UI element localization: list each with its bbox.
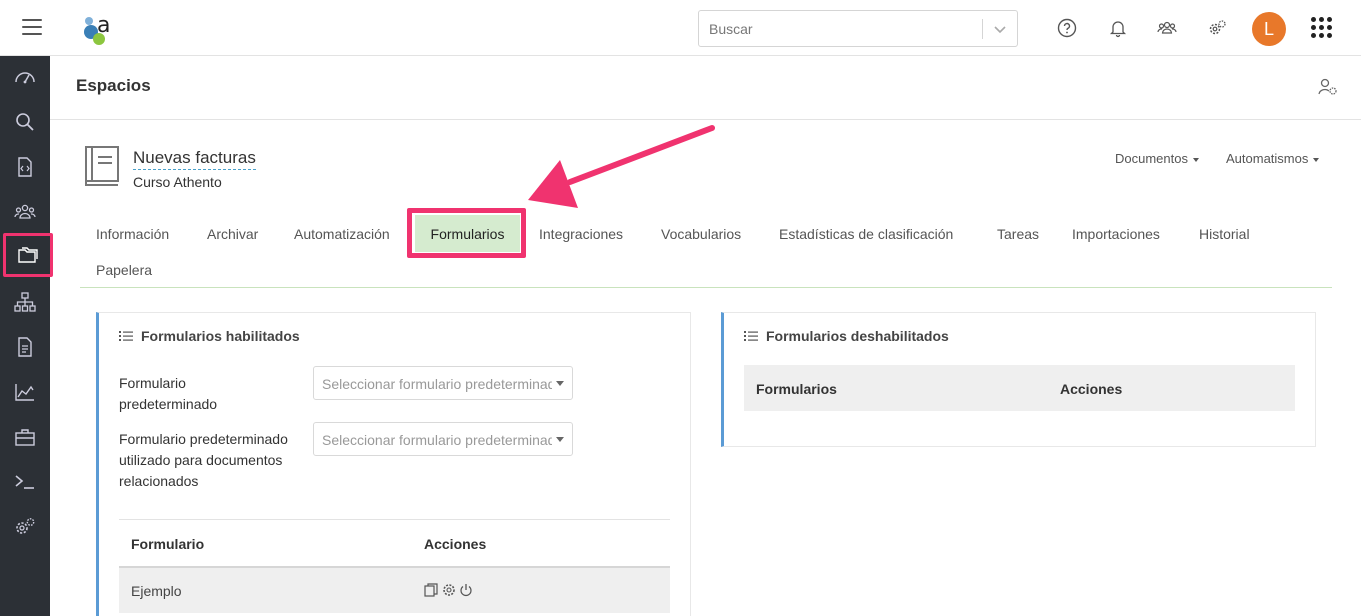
tab-formularios[interactable]: Formularios bbox=[415, 215, 520, 252]
power-icon[interactable] bbox=[459, 583, 473, 597]
toolbox-icon bbox=[15, 429, 35, 446]
search-box[interactable] bbox=[698, 10, 1018, 47]
sidebar-item-documents[interactable] bbox=[0, 325, 50, 369]
sidebar-item-console[interactable] bbox=[0, 460, 50, 504]
tab-papelera[interactable]: Papelera bbox=[96, 262, 152, 278]
dashboard-icon bbox=[15, 72, 35, 84]
group-icon bbox=[14, 204, 36, 219]
apps-grid-icon[interactable] bbox=[1311, 17, 1333, 39]
disabled-table-header: Formularios Acciones bbox=[744, 365, 1295, 411]
user-settings-icon[interactable] bbox=[1317, 76, 1339, 98]
enabled-forms-title: Formularios habilitados bbox=[119, 328, 300, 344]
gear-icon[interactable] bbox=[442, 583, 456, 597]
tab-historial[interactable]: Historial bbox=[1199, 226, 1250, 242]
users-icon[interactable] bbox=[1157, 18, 1177, 38]
default-form-label: Formulario predeterminado bbox=[119, 375, 218, 412]
settings-gears-icon[interactable] bbox=[1207, 18, 1227, 38]
search-icon bbox=[16, 113, 34, 131]
form-name-cell: Ejemplo bbox=[131, 583, 182, 599]
space-subtitle: Curso Athento bbox=[133, 174, 222, 190]
help-icon[interactable] bbox=[1057, 18, 1077, 38]
tab-importaciones[interactable]: Importaciones bbox=[1072, 226, 1160, 242]
sidebar-item-hierarchy[interactable] bbox=[0, 280, 50, 324]
space-name[interactable]: Nuevas facturas bbox=[133, 148, 256, 170]
page-title: Espacios bbox=[76, 76, 151, 95]
col-header-forms: Formularios bbox=[756, 381, 837, 397]
annotation-arrow bbox=[528, 125, 715, 208]
tab-automatizacion[interactable]: Automatización bbox=[294, 226, 390, 242]
code-file-icon bbox=[18, 157, 32, 177]
search-input[interactable] bbox=[699, 11, 982, 46]
tab-estadisticas[interactable]: Estadísticas de clasificación bbox=[779, 226, 953, 242]
top-bar: a L bbox=[0, 0, 1361, 56]
table-row bbox=[119, 566, 670, 613]
bell-icon[interactable] bbox=[1108, 18, 1128, 38]
document-icon bbox=[18, 337, 32, 357]
folders-icon bbox=[18, 247, 38, 263]
table-divider bbox=[119, 519, 670, 520]
disabled-forms-title: Formularios deshabilitados bbox=[744, 328, 949, 344]
sidebar bbox=[0, 56, 53, 616]
search-divider bbox=[982, 19, 983, 39]
sidebar-item-groups[interactable] bbox=[0, 190, 50, 234]
list-icon bbox=[119, 331, 133, 341]
related-docs-form-label: Formulario predeterminado utilizado para… bbox=[119, 431, 288, 489]
sidebar-item-dashboard[interactable] bbox=[0, 56, 50, 100]
list-icon bbox=[744, 331, 758, 341]
book-icon bbox=[85, 146, 119, 186]
sidebar-item-settings[interactable] bbox=[0, 505, 50, 549]
col-header-actions: Acciones bbox=[1060, 381, 1123, 397]
svg-text:a: a bbox=[97, 13, 110, 38]
disabled-forms-panel: Formularios deshabilitados Formularios A… bbox=[721, 312, 1316, 447]
default-form-select[interactable]: Seleccionar formulario predeterminado bbox=[313, 366, 573, 400]
automations-menu[interactable]: Automatismos bbox=[1226, 151, 1320, 166]
related-docs-form-select[interactable]: Seleccionar formulario predeterminado bbox=[313, 422, 573, 456]
athento-logo[interactable]: a bbox=[80, 10, 120, 46]
chevron-down-icon[interactable] bbox=[991, 20, 1009, 38]
user-avatar[interactable]: L bbox=[1252, 12, 1286, 46]
sitemap-icon bbox=[14, 292, 36, 312]
col-header-actions: Acciones bbox=[424, 536, 487, 552]
tab-archivar[interactable]: Archivar bbox=[207, 226, 258, 242]
sidebar-item-tools[interactable] bbox=[0, 415, 50, 459]
documents-menu[interactable]: Documentos bbox=[1115, 151, 1199, 166]
sidebar-item-code-document[interactable] bbox=[0, 145, 50, 189]
settings-gears-icon bbox=[16, 518, 35, 534]
page-header: Espacios bbox=[50, 56, 1361, 120]
menu-toggle-icon[interactable] bbox=[22, 19, 42, 35]
tabs-divider bbox=[80, 287, 1332, 288]
tab-integraciones[interactable]: Integraciones bbox=[539, 226, 623, 242]
col-header-form: Formulario bbox=[131, 536, 205, 552]
tab-tareas[interactable]: Tareas bbox=[997, 226, 1039, 242]
copy-icon[interactable] bbox=[424, 583, 438, 597]
sidebar-item-statistics[interactable] bbox=[0, 370, 50, 414]
area-chart-icon bbox=[15, 384, 34, 401]
sidebar-item-search[interactable] bbox=[0, 100, 50, 144]
sidebar-item-spaces[interactable] bbox=[3, 233, 53, 277]
tab-vocabularios[interactable]: Vocabularios bbox=[661, 226, 741, 242]
terminal-icon bbox=[15, 475, 34, 489]
tab-informacion[interactable]: Información bbox=[96, 226, 169, 242]
